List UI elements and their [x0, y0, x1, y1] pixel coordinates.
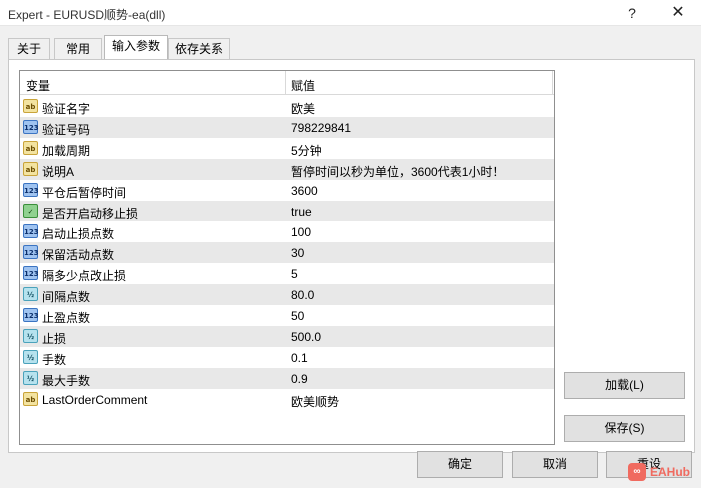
- variable-name: 启动止损点数: [42, 227, 115, 242]
- window-title: Expert - EURUSD顺势-ea(dll): [8, 8, 166, 22]
- variable-name: 手数: [42, 352, 67, 367]
- title-bar: Expert - EURUSD顺势-ea(dll) ? ✕: [0, 0, 701, 26]
- variable-name: 是否开启动移止损: [42, 206, 139, 221]
- variable-value[interactable]: 798229841: [291, 121, 351, 135]
- table-header: 变量 赋值: [20, 71, 554, 95]
- table-row[interactable]: ab 验证名字 欧美: [20, 96, 554, 117]
- cancel-button[interactable]: 取消: [512, 451, 598, 478]
- variable-name: LastOrderComment: [42, 392, 148, 407]
- close-button[interactable]: ✕: [668, 3, 688, 23]
- variable-name: 保留活动点数: [42, 248, 115, 263]
- double-icon: ½: [23, 349, 38, 364]
- inputs-table[interactable]: 变量 赋值 ab 验证名字 欧美 123 验证号码 798229841 ab 加载周期 5分钟…: [19, 70, 555, 445]
- load-button[interactable]: 加载(L): [564, 372, 685, 399]
- table-row[interactable]: ½ 止损 500.0: [20, 325, 554, 347]
- variable-value[interactable]: 0.9: [291, 372, 308, 386]
- variable-value[interactable]: 5分钟: [291, 142, 322, 159]
- column-header-variable[interactable]: 变量: [26, 77, 50, 94]
- table-row[interactable]: ab LastOrderComment 欧美顺势: [20, 389, 554, 410]
- tab-common[interactable]: 常用: [54, 38, 102, 60]
- double-icon: ½: [23, 287, 38, 302]
- variable-name: 止损: [42, 331, 67, 346]
- column-separator[interactable]: [285, 71, 286, 95]
- integer-icon: 123: [23, 245, 39, 260]
- variable-value[interactable]: 欧美顺势: [291, 393, 339, 410]
- tab-dependencies[interactable]: 依存关系: [168, 38, 230, 60]
- variable-name: 验证号码: [42, 122, 91, 137]
- variable-name: 最大手数: [42, 373, 91, 388]
- table-row[interactable]: ab 说明A 暂停时间以秒为单位，3600代表1小时！: [20, 158, 554, 180]
- variable-value[interactable]: true: [291, 205, 312, 219]
- help-button[interactable]: ?: [622, 3, 642, 23]
- integer-icon: 123: [23, 308, 39, 322]
- string-icon: ab: [23, 391, 38, 406]
- variable-value[interactable]: 50: [291, 309, 304, 323]
- table-row[interactable]: 123 隔多少点改止损 5: [20, 263, 554, 284]
- variable-name: 止盈点数: [42, 311, 91, 325]
- table-row[interactable]: ab 加载周期 5分钟: [20, 138, 554, 159]
- string-icon: ab: [23, 140, 38, 155]
- variable-name: 加载周期: [42, 143, 91, 158]
- eahub-logo-icon: ∞: [628, 463, 646, 481]
- variable-value[interactable]: 3600: [291, 184, 318, 198]
- variable-value[interactable]: 暂停时间以秒为单位，3600代表1小时！: [291, 163, 504, 180]
- variable-value[interactable]: 30: [291, 246, 304, 260]
- tab-inputs[interactable]: 输入参数: [104, 35, 168, 60]
- save-button[interactable]: 保存(S): [564, 415, 685, 442]
- variable-value[interactable]: 5: [291, 267, 298, 281]
- string-icon: ab: [23, 99, 38, 113]
- double-icon: ½: [23, 370, 38, 385]
- variable-value[interactable]: 80.0: [291, 288, 314, 302]
- table-row[interactable]: 123 保留活动点数 30: [20, 242, 554, 264]
- column-separator[interactable]: [552, 71, 553, 95]
- variable-value[interactable]: 500.0: [291, 330, 321, 344]
- ok-button[interactable]: 确定: [417, 451, 503, 478]
- table-row[interactable]: 123 止盈点数 50: [20, 305, 554, 326]
- table-row[interactable]: ✓ 是否开启动移止损 true: [20, 200, 554, 222]
- integer-icon: 123: [23, 266, 39, 281]
- variable-value[interactable]: 欧美: [291, 100, 315, 117]
- watermark-text: EAHub: [650, 465, 690, 479]
- variable-name: 验证名字: [42, 102, 91, 116]
- table-row[interactable]: 123 启动止损点数 100: [20, 221, 554, 242]
- table-row[interactable]: 123 平仓后暂停时间 3600: [20, 180, 554, 201]
- variable-name: 间隔点数: [42, 290, 91, 305]
- table-row[interactable]: ½ 最大手数 0.9: [20, 367, 554, 389]
- tab-about[interactable]: 关于: [8, 38, 50, 60]
- variable-name: 隔多少点改止损: [42, 269, 127, 284]
- column-header-value[interactable]: 赋值: [291, 77, 315, 94]
- integer-icon: 123: [23, 224, 39, 239]
- variable-value[interactable]: 100: [291, 225, 311, 239]
- bool-icon: ✓: [23, 203, 38, 218]
- variable-name: 平仓后暂停时间: [42, 185, 127, 200]
- table-row[interactable]: ½ 手数 0.1: [20, 347, 554, 368]
- string-icon: ab: [23, 161, 38, 176]
- variable-value[interactable]: 0.1: [291, 351, 308, 365]
- double-icon: ½: [23, 328, 38, 343]
- variable-name: 说明A: [42, 164, 75, 179]
- integer-icon: 123: [23, 119, 39, 134]
- table-row[interactable]: ½ 间隔点数 80.0: [20, 284, 554, 305]
- integer-icon: 123: [23, 182, 39, 197]
- table-row[interactable]: 123 验证号码 798229841: [20, 116, 554, 138]
